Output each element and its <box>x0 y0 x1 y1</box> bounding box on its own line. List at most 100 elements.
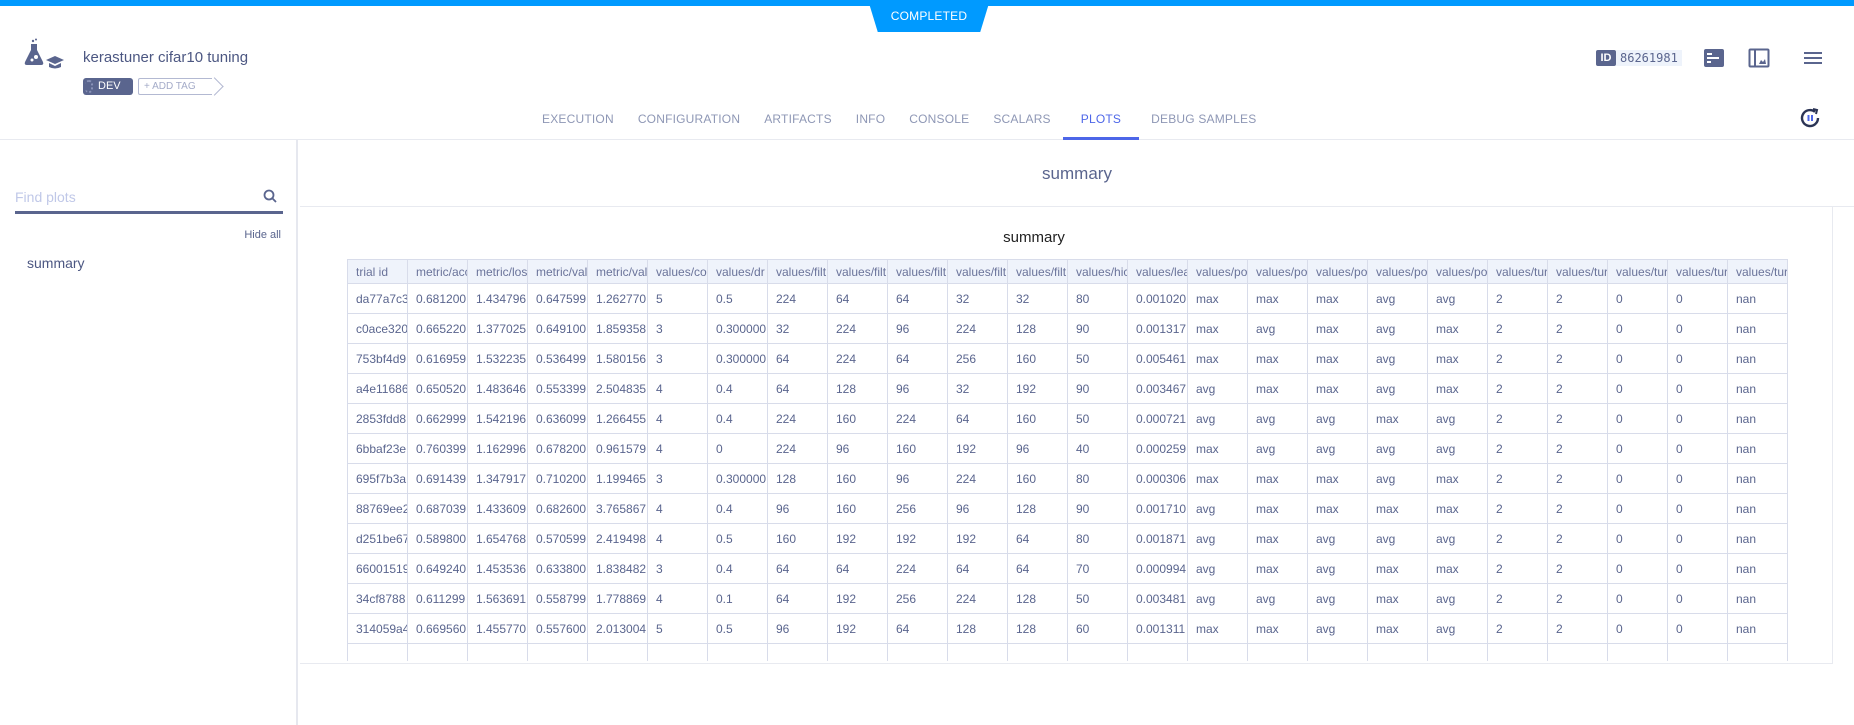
table-cell: 0 <box>1607 313 1668 344</box>
table-cell: 5 <box>647 283 708 314</box>
table-cell: 128 <box>1007 613 1068 644</box>
column-header[interactable]: values/po <box>1307 259 1368 284</box>
table-cell: 0 <box>1667 583 1728 614</box>
menu-icon[interactable] <box>1802 48 1824 68</box>
tab-configuration[interactable]: CONFIGURATION <box>638 100 740 140</box>
table-cell: 0 <box>1607 583 1668 614</box>
table-cell: 192 <box>827 583 888 614</box>
layout-toggle-icon[interactable] <box>1748 48 1770 68</box>
table-cell: avg <box>1307 433 1368 464</box>
hide-all-button[interactable]: Hide all <box>244 229 281 241</box>
table-cell: 90 <box>1067 493 1128 524</box>
column-header[interactable]: values/hic <box>1067 259 1128 284</box>
add-tag-button[interactable]: + ADD TAG <box>138 78 212 95</box>
table-cell: 2 <box>1547 613 1608 644</box>
table-cell: 2 <box>1487 343 1548 374</box>
table-cell: 0.611299 <box>407 583 468 614</box>
column-header[interactable]: values/tur <box>1547 259 1608 284</box>
column-header[interactable]: values/po <box>1367 259 1428 284</box>
column-header[interactable]: values/tur <box>1487 259 1548 284</box>
column-header[interactable]: values/filt <box>947 259 1008 284</box>
column-header[interactable]: values/filt <box>827 259 888 284</box>
table-cell: 2 <box>1547 373 1608 404</box>
auto-refresh-pause-icon[interactable] <box>1798 106 1822 130</box>
column-header[interactable]: values/tur <box>1607 259 1668 284</box>
tab-plots[interactable]: PLOTS <box>1062 100 1140 140</box>
table-cell: max <box>1247 523 1308 554</box>
table-cell <box>1607 643 1668 661</box>
tab-console[interactable]: CONSOLE <box>909 100 969 140</box>
table-cell: 0.5 <box>707 523 768 554</box>
column-header[interactable]: values/filt <box>887 259 948 284</box>
tab-debug-samples[interactable]: DEBUG SAMPLES <box>1151 100 1256 140</box>
column-header[interactable]: values/po <box>1427 259 1488 284</box>
column-header[interactable]: values/tur <box>1727 259 1788 284</box>
table-cell <box>587 643 648 661</box>
table-cell: 5 <box>647 613 708 644</box>
table-cell: 0 <box>1667 283 1728 314</box>
column-header[interactable]: values/co <box>647 259 708 284</box>
find-plots-input[interactable] <box>15 184 245 210</box>
table-cell: 0.001710 <box>1127 493 1188 524</box>
column-header[interactable]: trial id <box>347 259 408 284</box>
table-cell: 2 <box>1487 433 1548 464</box>
table-cell: 40 <box>1067 433 1128 464</box>
column-header[interactable]: values/filt <box>767 259 828 284</box>
table-cell: 0.4 <box>707 553 768 584</box>
column-header[interactable]: metric/val <box>527 259 588 284</box>
table-cell: 64 <box>1007 523 1068 554</box>
column-header[interactable]: values/po <box>1187 259 1248 284</box>
table-cell: 3.765867 <box>587 493 648 524</box>
column-header[interactable]: metric/los <box>467 259 528 284</box>
table-cell: 192 <box>947 523 1008 554</box>
table-cell: 1.778869 <box>587 583 648 614</box>
tab-info[interactable]: INFO <box>856 100 885 140</box>
table-cell: 1.483646 <box>467 373 528 404</box>
table-cell: 0.649100 <box>527 313 588 344</box>
table-cell: nan <box>1727 283 1788 314</box>
table-cell: nan <box>1727 463 1788 494</box>
trial-id-cell: c0ace320 <box>347 313 408 344</box>
table-cell: 0.647599 <box>527 283 588 314</box>
task-tabs: EXECUTION CONFIGURATION ARTIFACTS INFO C… <box>530 100 1268 140</box>
table-cell: 0.300000 <box>707 343 768 374</box>
task-id[interactable]: ID 86261981 <box>1596 50 1682 66</box>
sidebar-item-summary[interactable]: summary <box>27 255 85 271</box>
table-cell <box>1547 643 1608 661</box>
table-cell: avg <box>1187 493 1248 524</box>
column-header[interactable]: values/dr <box>707 259 768 284</box>
table-cell: 0.4 <box>707 373 768 404</box>
search-icon[interactable] <box>263 189 277 203</box>
table-cell: max <box>1247 463 1308 494</box>
table-cell: 128 <box>1007 493 1068 524</box>
table-cell: avg <box>1307 523 1368 554</box>
table-cell: max <box>1307 373 1368 404</box>
column-header[interactable]: metric/val <box>587 259 648 284</box>
table-cell <box>1367 643 1428 661</box>
table-row: 6bbaf23e 0.760399 1.162996 0.678200 0.961579… <box>347 433 1788 464</box>
column-header[interactable]: values/po <box>1247 259 1308 284</box>
table-cell: 64 <box>887 613 948 644</box>
tab-execution[interactable]: EXECUTION <box>542 100 614 140</box>
table-cell: 0 <box>1607 403 1668 434</box>
table-cell <box>1427 643 1488 661</box>
tab-scalars[interactable]: SCALARS <box>993 100 1050 140</box>
summary-table-scroll[interactable]: trial id metric/acc metric/los metric/val me… <box>347 259 1788 661</box>
column-header[interactable]: metric/acc <box>407 259 468 284</box>
plots-sidebar: Hide all summary <box>0 140 298 725</box>
table-cell: 0 <box>1667 403 1728 434</box>
column-header[interactable]: values/filt <box>1007 259 1068 284</box>
table-cell: 1.377025 <box>467 313 528 344</box>
plot-title: summary <box>1003 229 1065 246</box>
trial-id-cell: 2853fdd8 <box>347 403 408 434</box>
column-header[interactable]: values/lea <box>1127 259 1188 284</box>
tab-artifacts[interactable]: ARTIFACTS <box>764 100 832 140</box>
table-cell: 0.000259 <box>1127 433 1188 464</box>
table-cell: 160 <box>1007 403 1068 434</box>
tag-dev[interactable]: DEV <box>83 78 133 95</box>
table-cell: avg <box>1187 373 1248 404</box>
column-header[interactable]: values/tur <box>1667 259 1728 284</box>
table-cell: 192 <box>827 523 888 554</box>
details-panel-icon[interactable] <box>1703 48 1725 68</box>
table-cell: 192 <box>827 613 888 644</box>
